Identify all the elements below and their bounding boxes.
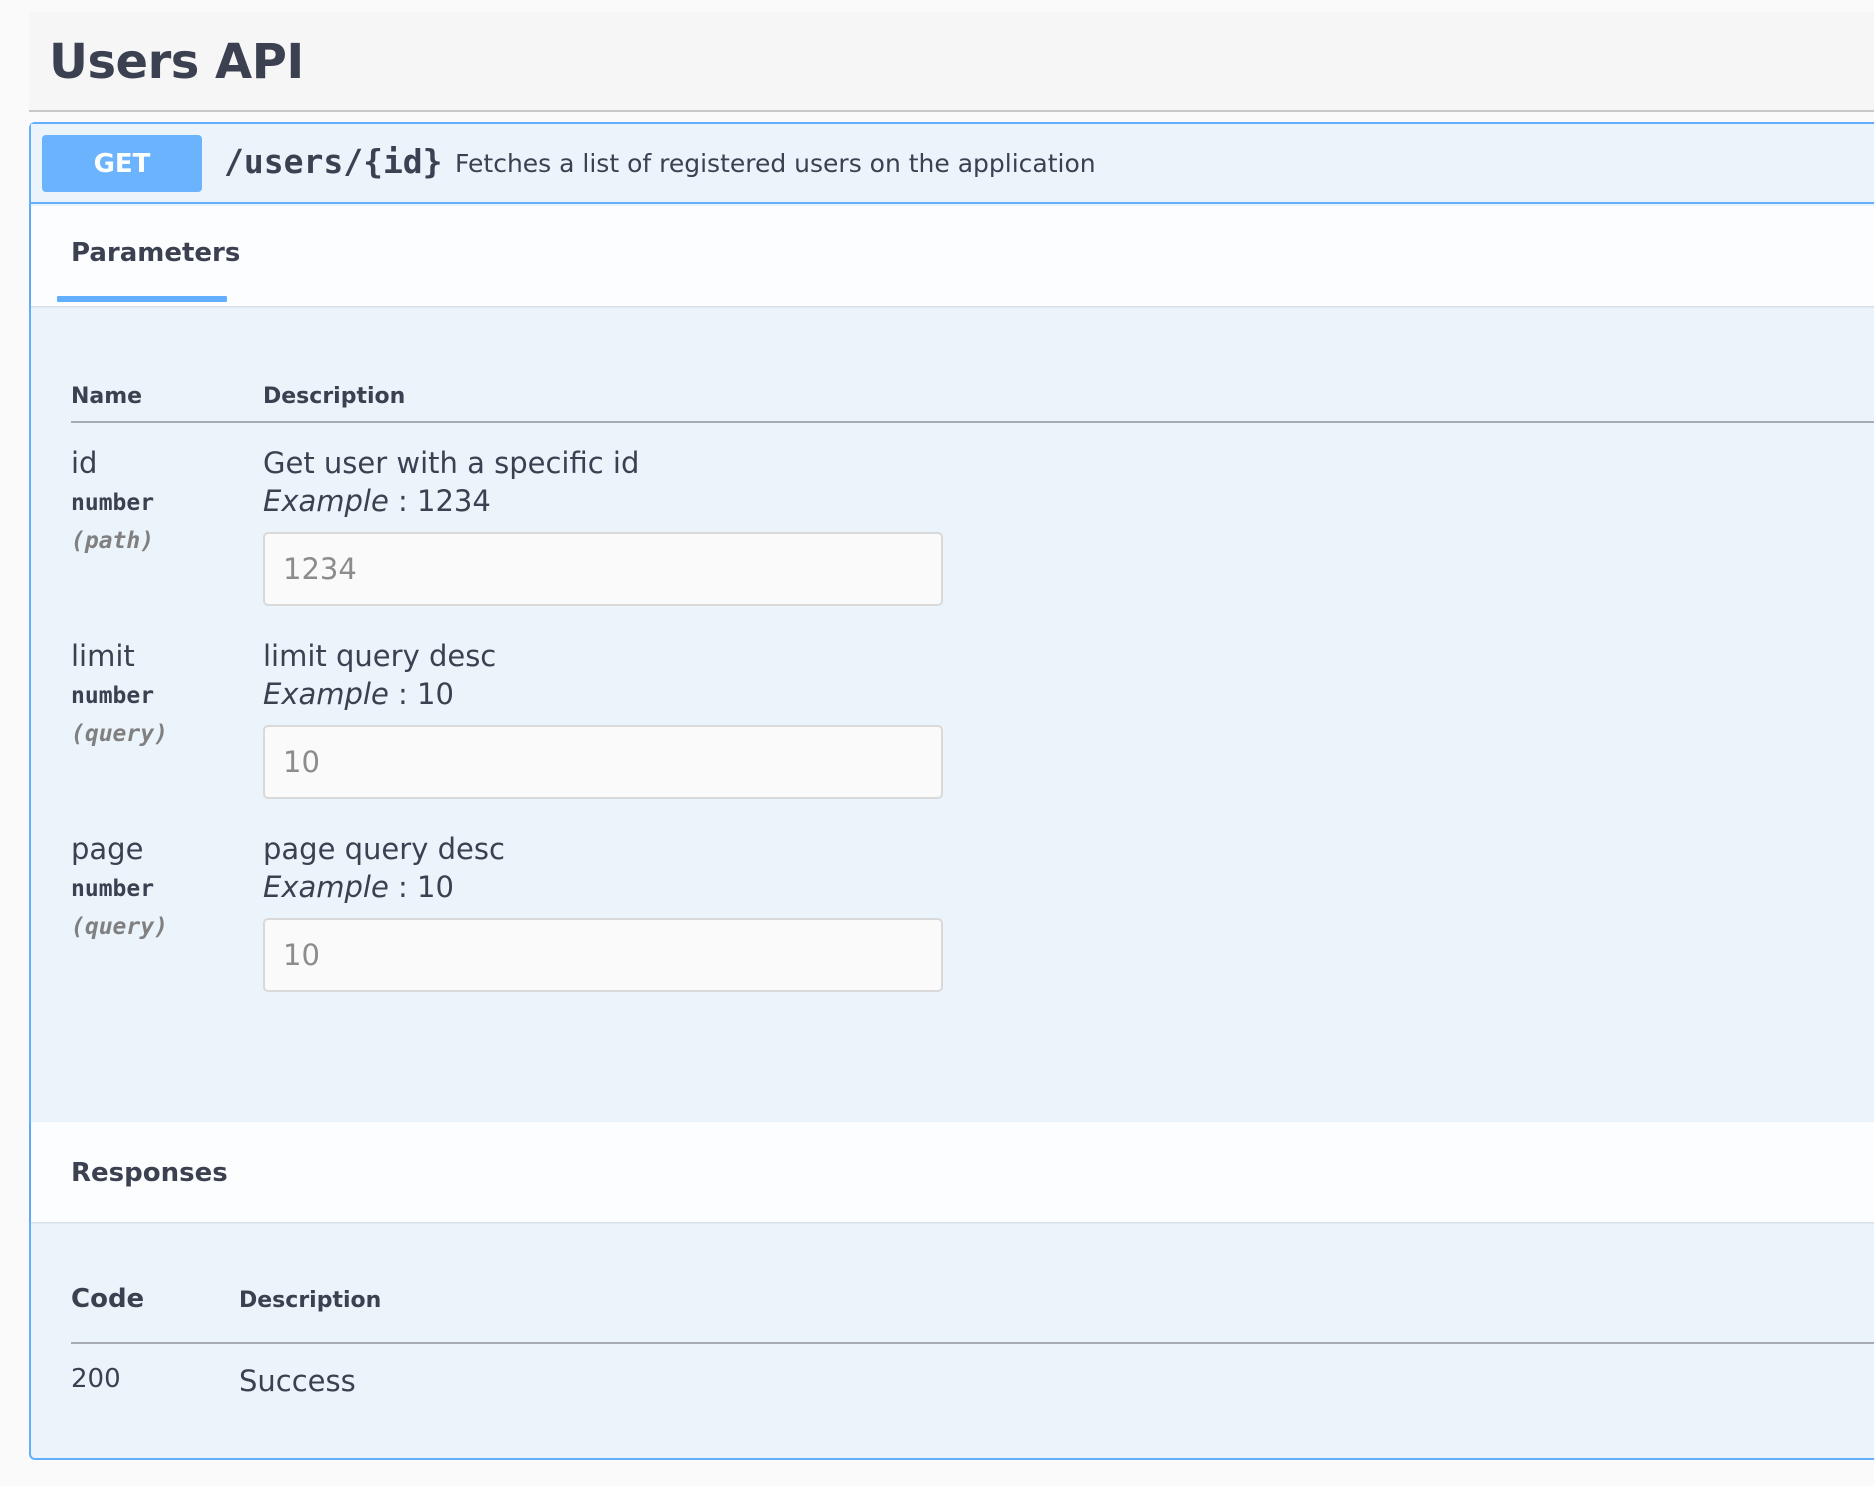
param-type: number xyxy=(71,683,155,709)
param-page-input[interactable] xyxy=(263,918,943,992)
tag-header[interactable]: Users API xyxy=(29,12,1874,112)
parameters-divider xyxy=(71,421,1874,423)
column-header-response-description: Description xyxy=(239,1288,382,1313)
param-example: Example : 1234 xyxy=(263,484,491,518)
param-location: (path) xyxy=(71,528,155,554)
operation-path: /users/{id} xyxy=(224,142,443,181)
operation-block: GET /users/{id} Fetches a list of regist… xyxy=(29,122,1874,1460)
param-location: (query) xyxy=(71,914,168,940)
operation-summary[interactable]: GET /users/{id} Fetches a list of regist… xyxy=(31,124,1874,204)
responses-title: Responses xyxy=(71,1158,228,1188)
param-type: number xyxy=(71,876,155,902)
example-label: Example xyxy=(263,484,389,518)
param-limit-input[interactable] xyxy=(263,725,943,799)
tab-active-indicator xyxy=(57,296,227,302)
parameters-header: Parameters xyxy=(31,206,1874,306)
column-header-description: Description xyxy=(263,384,406,409)
param-description: page query desc xyxy=(263,832,505,866)
column-header-name: Name xyxy=(71,384,143,409)
param-example: Example : 10 xyxy=(263,677,454,711)
tag-title: Users API xyxy=(49,34,304,90)
param-type: number xyxy=(71,490,155,516)
responses-divider xyxy=(71,1342,1874,1344)
param-name: id xyxy=(71,446,98,480)
operation-description: Fetches a list of registered users on th… xyxy=(455,149,1096,178)
column-header-code: Code xyxy=(71,1284,145,1314)
response-description: Success xyxy=(239,1364,356,1398)
method-badge: GET xyxy=(42,135,202,192)
example-value: : 1234 xyxy=(388,484,491,518)
param-name: limit xyxy=(71,639,135,673)
param-id-input[interactable] xyxy=(263,532,943,606)
param-description: Get user with a specific id xyxy=(263,446,640,480)
param-example: Example : 10 xyxy=(263,870,454,904)
example-label: Example xyxy=(263,677,389,711)
param-name: page xyxy=(71,832,144,866)
responses-header: Responses xyxy=(31,1122,1874,1222)
param-location: (query) xyxy=(71,721,168,747)
example-label: Example xyxy=(263,870,389,904)
example-value: : 10 xyxy=(388,677,454,711)
param-description: limit query desc xyxy=(263,639,497,673)
response-code: 200 xyxy=(71,1364,121,1394)
tab-parameters[interactable]: Parameters xyxy=(71,238,240,268)
example-value: : 10 xyxy=(388,870,454,904)
